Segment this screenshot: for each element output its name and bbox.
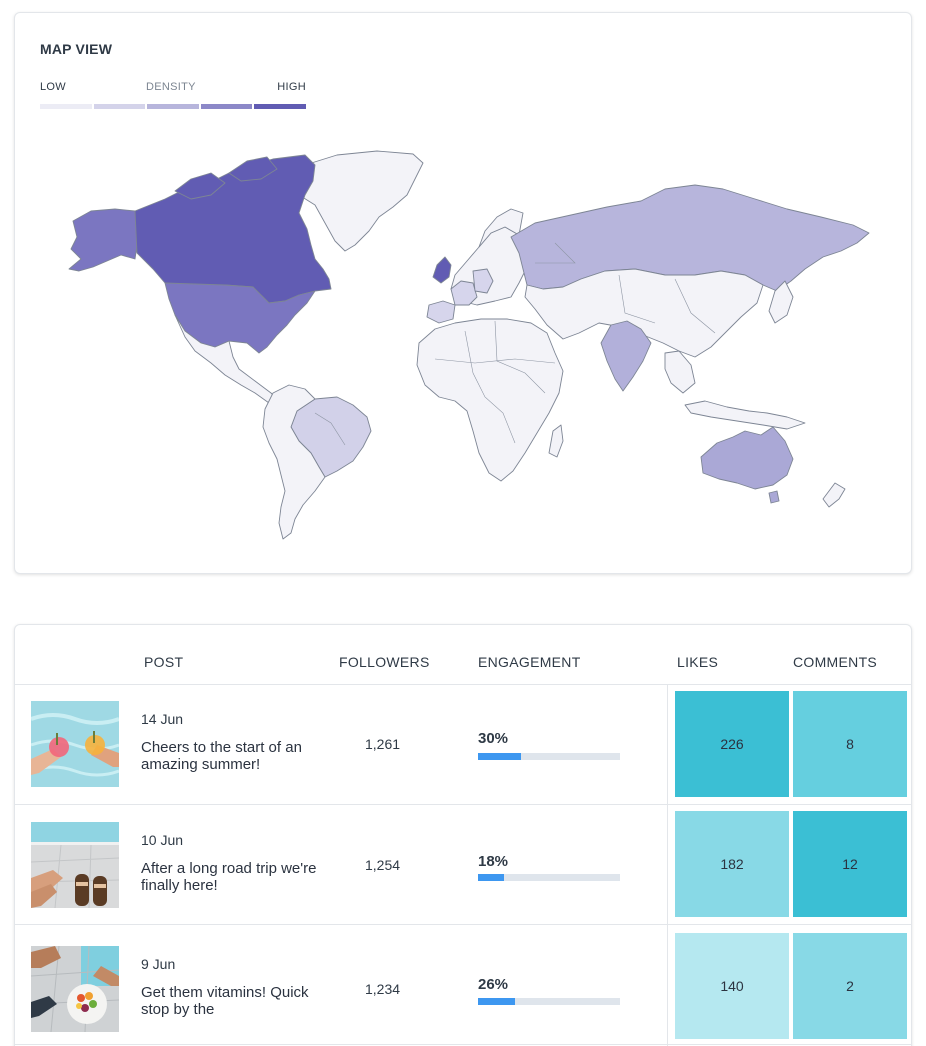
- region-canada[interactable]: [134, 154, 332, 304]
- region-se-asia[interactable]: [664, 350, 696, 394]
- region-australia[interactable]: [700, 426, 794, 490]
- engagement-bar: [478, 998, 620, 1005]
- followers-count: 1,234: [365, 981, 401, 997]
- engagement-bar: [478, 753, 620, 760]
- post-caption: Cheers to the start of an amazing summer…: [141, 739, 302, 773]
- post-date: 10 Jun: [141, 832, 184, 848]
- table-row[interactable]: 9 Jun Get them vitamins! Quick stop by t…: [15, 925, 911, 1045]
- followers-count: 1,254: [365, 857, 401, 873]
- post-thumbnail[interactable]: [31, 822, 119, 908]
- region-new-zealand[interactable]: [822, 482, 846, 508]
- engagement-percent: 26%: [478, 976, 509, 993]
- table-row[interactable]: 14 Jun Cheers to the start of an amazing…: [15, 685, 911, 805]
- column-header-post[interactable]: POST: [144, 654, 183, 670]
- engagement-bar-fill: [478, 998, 515, 1005]
- engagement-bar-fill: [478, 874, 504, 881]
- post-date: 14 Jun: [141, 711, 184, 727]
- map-view-card: MAP VIEW LOW DENSITY HIGH: [14, 12, 912, 574]
- comments-cell[interactable]: 2: [793, 933, 907, 1039]
- region-australia[interactable]: [768, 490, 780, 504]
- engagement-percent: 18%: [478, 853, 509, 870]
- table-header: POST FOLLOWERS ENGAGEMENT LIKES COMMENTS: [15, 625, 911, 685]
- engagement-bar: [478, 874, 620, 881]
- likes-cell[interactable]: 140: [675, 933, 789, 1039]
- post-thumbnail[interactable]: [31, 701, 119, 787]
- likes-cell[interactable]: 226: [675, 691, 789, 797]
- region-africa[interactable]: [416, 318, 564, 482]
- post-thumbnail[interactable]: [31, 946, 119, 1032]
- region-indonesia[interactable]: [684, 400, 806, 430]
- posts-table: POST FOLLOWERS ENGAGEMENT LIKES COMMENTS…: [14, 624, 912, 1046]
- post-date: 9 Jun: [141, 956, 176, 972]
- world-map[interactable]: [15, 13, 913, 575]
- followers-count: 1,261: [365, 736, 401, 752]
- region-uk[interactable]: [432, 256, 452, 284]
- region-spain[interactable]: [426, 300, 456, 324]
- comments-cell[interactable]: 8: [793, 691, 907, 797]
- likes-cell[interactable]: 182: [675, 811, 789, 917]
- column-header-comments[interactable]: COMMENTS: [793, 654, 877, 670]
- region-alaska[interactable]: [68, 208, 138, 272]
- column-header-likes[interactable]: LIKES: [677, 654, 718, 670]
- comments-cell[interactable]: 12: [793, 811, 907, 917]
- column-header-engagement[interactable]: ENGAGEMENT: [478, 654, 581, 670]
- table-row[interactable]: 10 Jun After a long road trip we're fina…: [15, 805, 911, 925]
- column-header-followers[interactable]: FOLLOWERS: [339, 654, 430, 670]
- engagement-bar-fill: [478, 753, 521, 760]
- engagement-percent: 30%: [478, 730, 509, 747]
- post-caption: Get them vitamins! Quick stop by the: [141, 984, 309, 1018]
- post-caption: After a long road trip we're finally her…: [141, 860, 317, 894]
- region-madagascar[interactable]: [548, 424, 564, 458]
